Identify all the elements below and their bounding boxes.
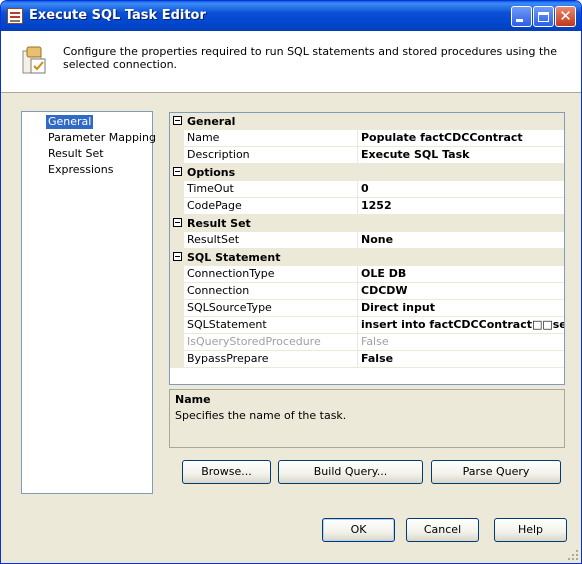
property-name: ConnectionType bbox=[184, 266, 358, 283]
help-button[interactable]: Help bbox=[494, 518, 567, 542]
property-value-codepage[interactable]: 1252 bbox=[358, 198, 564, 215]
build-query-button[interactable]: Build Query... bbox=[278, 460, 423, 484]
property-value-isquerystoredprocedure: False bbox=[358, 334, 564, 351]
property-description-panel: Name Specifies the name of the task. bbox=[169, 389, 565, 448]
property-name: SQLStatement bbox=[184, 317, 358, 334]
property-row-connectiontype[interactable]: ConnectionType OLE DB bbox=[170, 266, 564, 283]
collapse-icon[interactable] bbox=[173, 167, 182, 176]
category-label: Result Set bbox=[187, 217, 251, 230]
nav-item-result-set[interactable]: Result Set bbox=[46, 147, 106, 161]
row-gutter bbox=[170, 266, 184, 283]
property-row-resultset[interactable]: ResultSet None bbox=[170, 232, 564, 249]
parse-query-button[interactable]: Parse Query bbox=[431, 460, 561, 484]
category-general[interactable]: General bbox=[170, 113, 564, 130]
property-name: Connection bbox=[184, 283, 358, 300]
property-value-sqlsourcetype[interactable]: Direct input bbox=[358, 300, 564, 317]
property-row-codepage[interactable]: CodePage 1252 bbox=[170, 198, 564, 215]
property-value-resultset[interactable]: None bbox=[358, 232, 564, 249]
property-grid[interactable]: General Name Populate factCDCContract De… bbox=[169, 112, 565, 385]
page-navigation-list[interactable]: General Parameter Mapping Result Set Exp… bbox=[21, 111, 156, 494]
collapse-icon[interactable] bbox=[173, 252, 182, 261]
row-gutter bbox=[170, 147, 184, 164]
description-text: Specifies the name of the task. bbox=[175, 409, 347, 422]
category-sql-statement[interactable]: SQL Statement bbox=[170, 249, 564, 266]
task-properties-icon bbox=[22, 46, 46, 74]
property-row-bypassprepare[interactable]: BypassPrepare False bbox=[170, 351, 564, 368]
property-name: Name bbox=[184, 130, 358, 147]
property-row-sqlsourcetype[interactable]: SQLSourceType Direct input bbox=[170, 300, 564, 317]
cancel-button[interactable]: Cancel bbox=[406, 518, 479, 542]
minimize-icon bbox=[516, 19, 523, 22]
property-name: TimeOut bbox=[184, 181, 358, 198]
property-row-isquerystoredprocedure: IsQueryStoredProcedure False bbox=[170, 334, 564, 351]
browse-button[interactable]: Browse... bbox=[182, 460, 271, 484]
row-gutter bbox=[170, 130, 184, 147]
property-name: IsQueryStoredProcedure bbox=[184, 334, 358, 351]
row-gutter bbox=[170, 232, 184, 249]
row-gutter bbox=[170, 300, 184, 317]
property-row-name[interactable]: Name Populate factCDCContract bbox=[170, 130, 564, 147]
property-value-connectiontype[interactable]: OLE DB bbox=[358, 266, 564, 283]
category-label: Options bbox=[187, 166, 236, 179]
description-title: Name bbox=[175, 393, 211, 406]
execute-sql-task-editor-window: Execute SQL Task Editor ✕ Configure the … bbox=[0, 0, 582, 564]
property-name: CodePage bbox=[184, 198, 358, 215]
property-value-name[interactable]: Populate factCDCContract bbox=[358, 130, 564, 147]
window-title: Execute SQL Task Editor bbox=[29, 8, 206, 23]
property-value-description[interactable]: Execute SQL Task bbox=[358, 147, 564, 164]
title-bar[interactable]: Execute SQL Task Editor ✕ bbox=[1, 1, 581, 31]
row-gutter bbox=[170, 198, 184, 215]
row-gutter bbox=[170, 334, 184, 351]
row-gutter bbox=[170, 181, 184, 198]
property-row-sqlstatement[interactable]: SQLStatement insert into factCDCContract… bbox=[170, 317, 564, 334]
sql-task-icon bbox=[7, 8, 23, 24]
row-gutter bbox=[170, 351, 184, 368]
maximize-button[interactable] bbox=[533, 6, 554, 27]
property-value-timeout[interactable]: 0 bbox=[358, 181, 564, 198]
collapse-icon[interactable] bbox=[173, 218, 182, 227]
close-icon: ✕ bbox=[559, 7, 572, 25]
property-row-connection[interactable]: Connection CDCDW bbox=[170, 283, 564, 300]
property-value-bypassprepare[interactable]: False bbox=[358, 351, 564, 368]
resize-grip-icon[interactable] bbox=[567, 549, 579, 561]
category-result-set[interactable]: Result Set bbox=[170, 215, 564, 232]
property-name: BypassPrepare bbox=[184, 351, 358, 368]
property-name: ResultSet bbox=[184, 232, 358, 249]
close-button[interactable]: ✕ bbox=[555, 6, 576, 27]
row-gutter bbox=[170, 317, 184, 334]
dialog-header: Configure the properties required to run… bbox=[1, 31, 581, 93]
header-description: Configure the properties required to run… bbox=[63, 45, 557, 71]
category-label: SQL Statement bbox=[187, 251, 281, 264]
category-options[interactable]: Options bbox=[170, 164, 564, 181]
maximize-icon bbox=[538, 11, 549, 22]
property-value-sqlstatement[interactable]: insert into factCDCContract□□selec bbox=[358, 317, 564, 334]
nav-item-expressions[interactable]: Expressions bbox=[46, 163, 115, 177]
property-row-timeout[interactable]: TimeOut 0 bbox=[170, 181, 564, 198]
ok-button[interactable]: OK bbox=[322, 518, 395, 542]
collapse-icon[interactable] bbox=[173, 116, 182, 125]
property-row-description[interactable]: Description Execute SQL Task bbox=[170, 147, 564, 164]
property-name: Description bbox=[184, 147, 358, 164]
row-gutter bbox=[170, 283, 184, 300]
nav-item-parameter-mapping[interactable]: Parameter Mapping bbox=[46, 131, 158, 145]
property-name: SQLSourceType bbox=[184, 300, 358, 317]
minimize-button[interactable] bbox=[511, 6, 532, 27]
property-value-connection[interactable]: CDCDW bbox=[358, 283, 564, 300]
nav-item-general[interactable]: General bbox=[46, 115, 94, 129]
category-label: General bbox=[187, 115, 236, 128]
